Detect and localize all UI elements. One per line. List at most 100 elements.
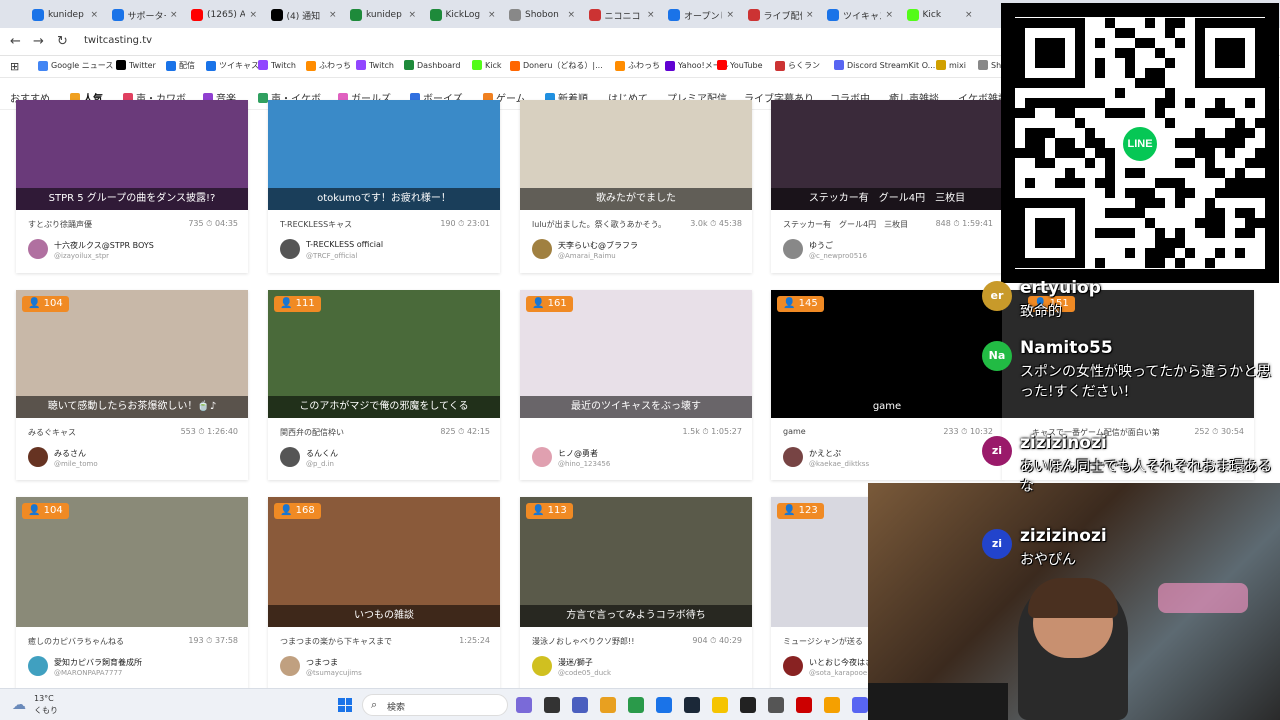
tab-close-icon[interactable]: ×	[170, 10, 178, 20]
taskbar-app-icon[interactable]	[684, 697, 700, 713]
browser-tab[interactable]: Shobon ×	[503, 4, 581, 26]
broadcaster-name[interactable]: 愛知カピバラ飼育養成所	[54, 657, 142, 668]
stream-thumbnail[interactable]: 👤 113 方言で言ってみようコラボ待ち	[520, 497, 752, 627]
tab-close-icon[interactable]: ×	[408, 10, 416, 20]
tab-close-icon[interactable]: ×	[90, 10, 98, 20]
avatar[interactable]	[280, 239, 300, 259]
bookmark-item[interactable]: Twitch	[258, 60, 296, 70]
bookmark-item[interactable]: らくラン	[775, 60, 820, 71]
broadcaster-name[interactable]: るんくん	[306, 448, 338, 459]
start-icon[interactable]	[338, 698, 352, 712]
bookmark-item[interactable]: mixi	[936, 60, 966, 70]
tab-close-icon[interactable]: ×	[249, 10, 257, 20]
stream-thumbnail[interactable]: 歌みたがでました	[520, 100, 752, 210]
stream-card[interactable]: 👤 145 game game 233 ⏱ 10:32 かえとぷ @kaekae_dikt…	[771, 290, 1003, 480]
reload-icon[interactable]: ↻	[57, 34, 68, 49]
taskbar-app-icon[interactable]	[768, 697, 784, 713]
stream-thumbnail[interactable]: otokumoです！お疲れ様ー！	[268, 100, 500, 210]
broadcaster-name[interactable]: ヒノ@勇者	[558, 448, 598, 459]
tab-close-icon[interactable]: ×	[647, 10, 655, 20]
browser-tab[interactable]: オープンし ×	[662, 4, 740, 26]
broadcaster-name[interactable]: 漫迷/獅子	[558, 657, 593, 668]
browser-tab[interactable]: ニコニコ ×	[583, 4, 661, 26]
tab-close-icon[interactable]: ×	[885, 10, 893, 20]
avatar[interactable]	[532, 447, 552, 467]
taskbar-app-icon[interactable]	[712, 697, 728, 713]
tab-close-icon[interactable]: ×	[488, 10, 496, 20]
taskbar-app-icon[interactable]	[544, 697, 560, 713]
browser-tab[interactable]: (1265) A ×	[185, 4, 263, 26]
tab-close-icon[interactable]: ×	[965, 10, 973, 20]
browser-tab[interactable]: ツイキャス ×	[821, 4, 899, 26]
taskbar-app-icon[interactable]	[656, 697, 672, 713]
taskbar-app-icon[interactable]	[628, 697, 644, 713]
bookmark-item[interactable]: Twitter	[116, 60, 156, 70]
browser-tab[interactable]: Kick ×	[901, 4, 979, 26]
avatar[interactable]	[783, 447, 803, 467]
bookmark-item[interactable]: ふわっち	[306, 60, 351, 71]
avatar[interactable]	[28, 447, 48, 467]
stream-thumbnail[interactable]: 👤 104 聴いて感動したらお茶爆欲しい！🍵♪	[16, 290, 248, 418]
bookmark-item[interactable]: ツイキャス	[206, 60, 259, 71]
browser-tab[interactable]: (4) 通知 ×	[265, 4, 343, 26]
weather-icon[interactable]: ☁	[12, 697, 26, 713]
back-icon[interactable]: ←	[10, 34, 21, 49]
avatar[interactable]	[280, 656, 300, 676]
browser-tab[interactable]: kunidep ×	[26, 4, 104, 26]
avatar[interactable]	[783, 239, 803, 259]
taskbar-app-icon[interactable]	[740, 697, 756, 713]
stream-thumbnail[interactable]: 👤 161 最近のツイキャスをぶっ壊す	[520, 290, 752, 418]
stream-thumbnail[interactable]: 👤 168 いつもの雑談	[268, 497, 500, 627]
taskbar-app-icon[interactable]	[600, 697, 616, 713]
broadcaster-name[interactable]: 十六夜ルクス@STPR BOYS	[54, 240, 154, 251]
taskbar-app-icon[interactable]	[796, 697, 812, 713]
avatar[interactable]	[280, 447, 300, 467]
bookmark-item[interactable]: YouTube	[717, 60, 763, 70]
bookmark-item[interactable]: Discord StreamKit O...	[834, 60, 935, 70]
broadcaster-name[interactable]: いとおじ今夜はさ	[809, 657, 873, 668]
tab-close-icon[interactable]: ×	[329, 10, 337, 20]
bookmark-item[interactable]: Twitch	[356, 60, 394, 70]
taskbar-app-icon[interactable]	[572, 697, 588, 713]
browser-tab[interactable]: kunidep ×	[344, 4, 422, 26]
browser-tab[interactable]: サポーター ×	[106, 4, 184, 26]
stream-thumbnail[interactable]: 👤 111 このアホがマジで俺の邪魔をしてくる	[268, 290, 500, 418]
bookmark-item[interactable]: Doneru（どねる）|...	[510, 60, 603, 71]
bookmark-item[interactable]: Kick	[472, 60, 502, 70]
stream-thumbnail[interactable]: ステッカー有 グール4円 三枚目	[771, 100, 1003, 210]
taskbar-search[interactable]: ⌕ 検索	[362, 694, 508, 716]
stream-card[interactable]: 👤 161 最近のツイキャスをぶっ壊す 1.5k ⏱ 1:05:27 ヒノ@勇者 @hi…	[520, 290, 752, 480]
avatar[interactable]	[532, 239, 552, 259]
bookmark-item[interactable]: 配信	[166, 60, 195, 71]
stream-thumbnail[interactable]: 👤 104	[16, 497, 248, 627]
avatar[interactable]	[28, 656, 48, 676]
broadcaster-name[interactable]: つまつま	[306, 657, 338, 668]
taskbar-app-icon[interactable]	[516, 697, 532, 713]
bookmark-item[interactable]: Dashboard	[404, 60, 460, 70]
stream-card[interactable]: 👤 168 いつもの雑談 つまつまの楽から下キャスまで 1:25:24 つまつま @tsu…	[268, 497, 500, 692]
avatar[interactable]	[532, 656, 552, 676]
stream-thumbnail[interactable]: 👤 145 game	[771, 290, 1003, 418]
stream-card[interactable]: 👤 104 癒しのカピバラちゃんねる 193 ⏱ 37:58 愛知カピバラ飼育養成所 @…	[16, 497, 248, 692]
tab-close-icon[interactable]: ×	[726, 10, 734, 20]
url-field[interactable]: twitcasting.tv	[84, 35, 152, 46]
stream-thumbnail[interactable]: STPR 5 グループの曲をダンス披露!?	[16, 100, 248, 210]
stream-card[interactable]: 歌みたがでました luluが出ました。祭く歌うあかそう。 3.0k ⏱ 45:38 天…	[520, 100, 752, 273]
browser-tab[interactable]: KickLog ×	[424, 4, 502, 26]
stream-card[interactable]: STPR 5 グループの曲をダンス披露!? すとぷり徐踊声優 735 ⏱ 04:35…	[16, 100, 248, 273]
bookmark-item[interactable]: ふわっち	[615, 60, 660, 71]
apps-grid-icon[interactable]: ⊞	[10, 60, 19, 73]
broadcaster-name[interactable]: T-RECKLESS official	[306, 240, 383, 249]
broadcaster-name[interactable]: ゆうご	[809, 240, 833, 251]
broadcaster-name[interactable]: 天李らいむ@ブラフラ	[558, 240, 638, 251]
avatar[interactable]	[783, 656, 803, 676]
stream-card[interactable]: ステッカー有 グール4円 三枚目 ステッカー有 グール4円 三枚目 848 ⏱ 1:…	[771, 100, 1003, 273]
broadcaster-name[interactable]: みるさん	[54, 448, 86, 459]
stream-card[interactable]: 👤 113 方言で言ってみようコラボ待ち 漫泳ノおしゃべりクソ野郎!! 904 ⏱ 4…	[520, 497, 752, 692]
stream-card[interactable]: 👤 111 このアホがマジで俺の邪魔をしてくる 関西弁の配信枠い 825 ⏱ 42:1…	[268, 290, 500, 480]
tab-close-icon[interactable]: ×	[806, 10, 814, 20]
avatar[interactable]	[28, 239, 48, 259]
taskbar-app-icon[interactable]	[852, 697, 868, 713]
browser-tab[interactable]: ライブ配信 ×	[742, 4, 820, 26]
bookmark-item[interactable]: Sh	[978, 60, 1001, 70]
